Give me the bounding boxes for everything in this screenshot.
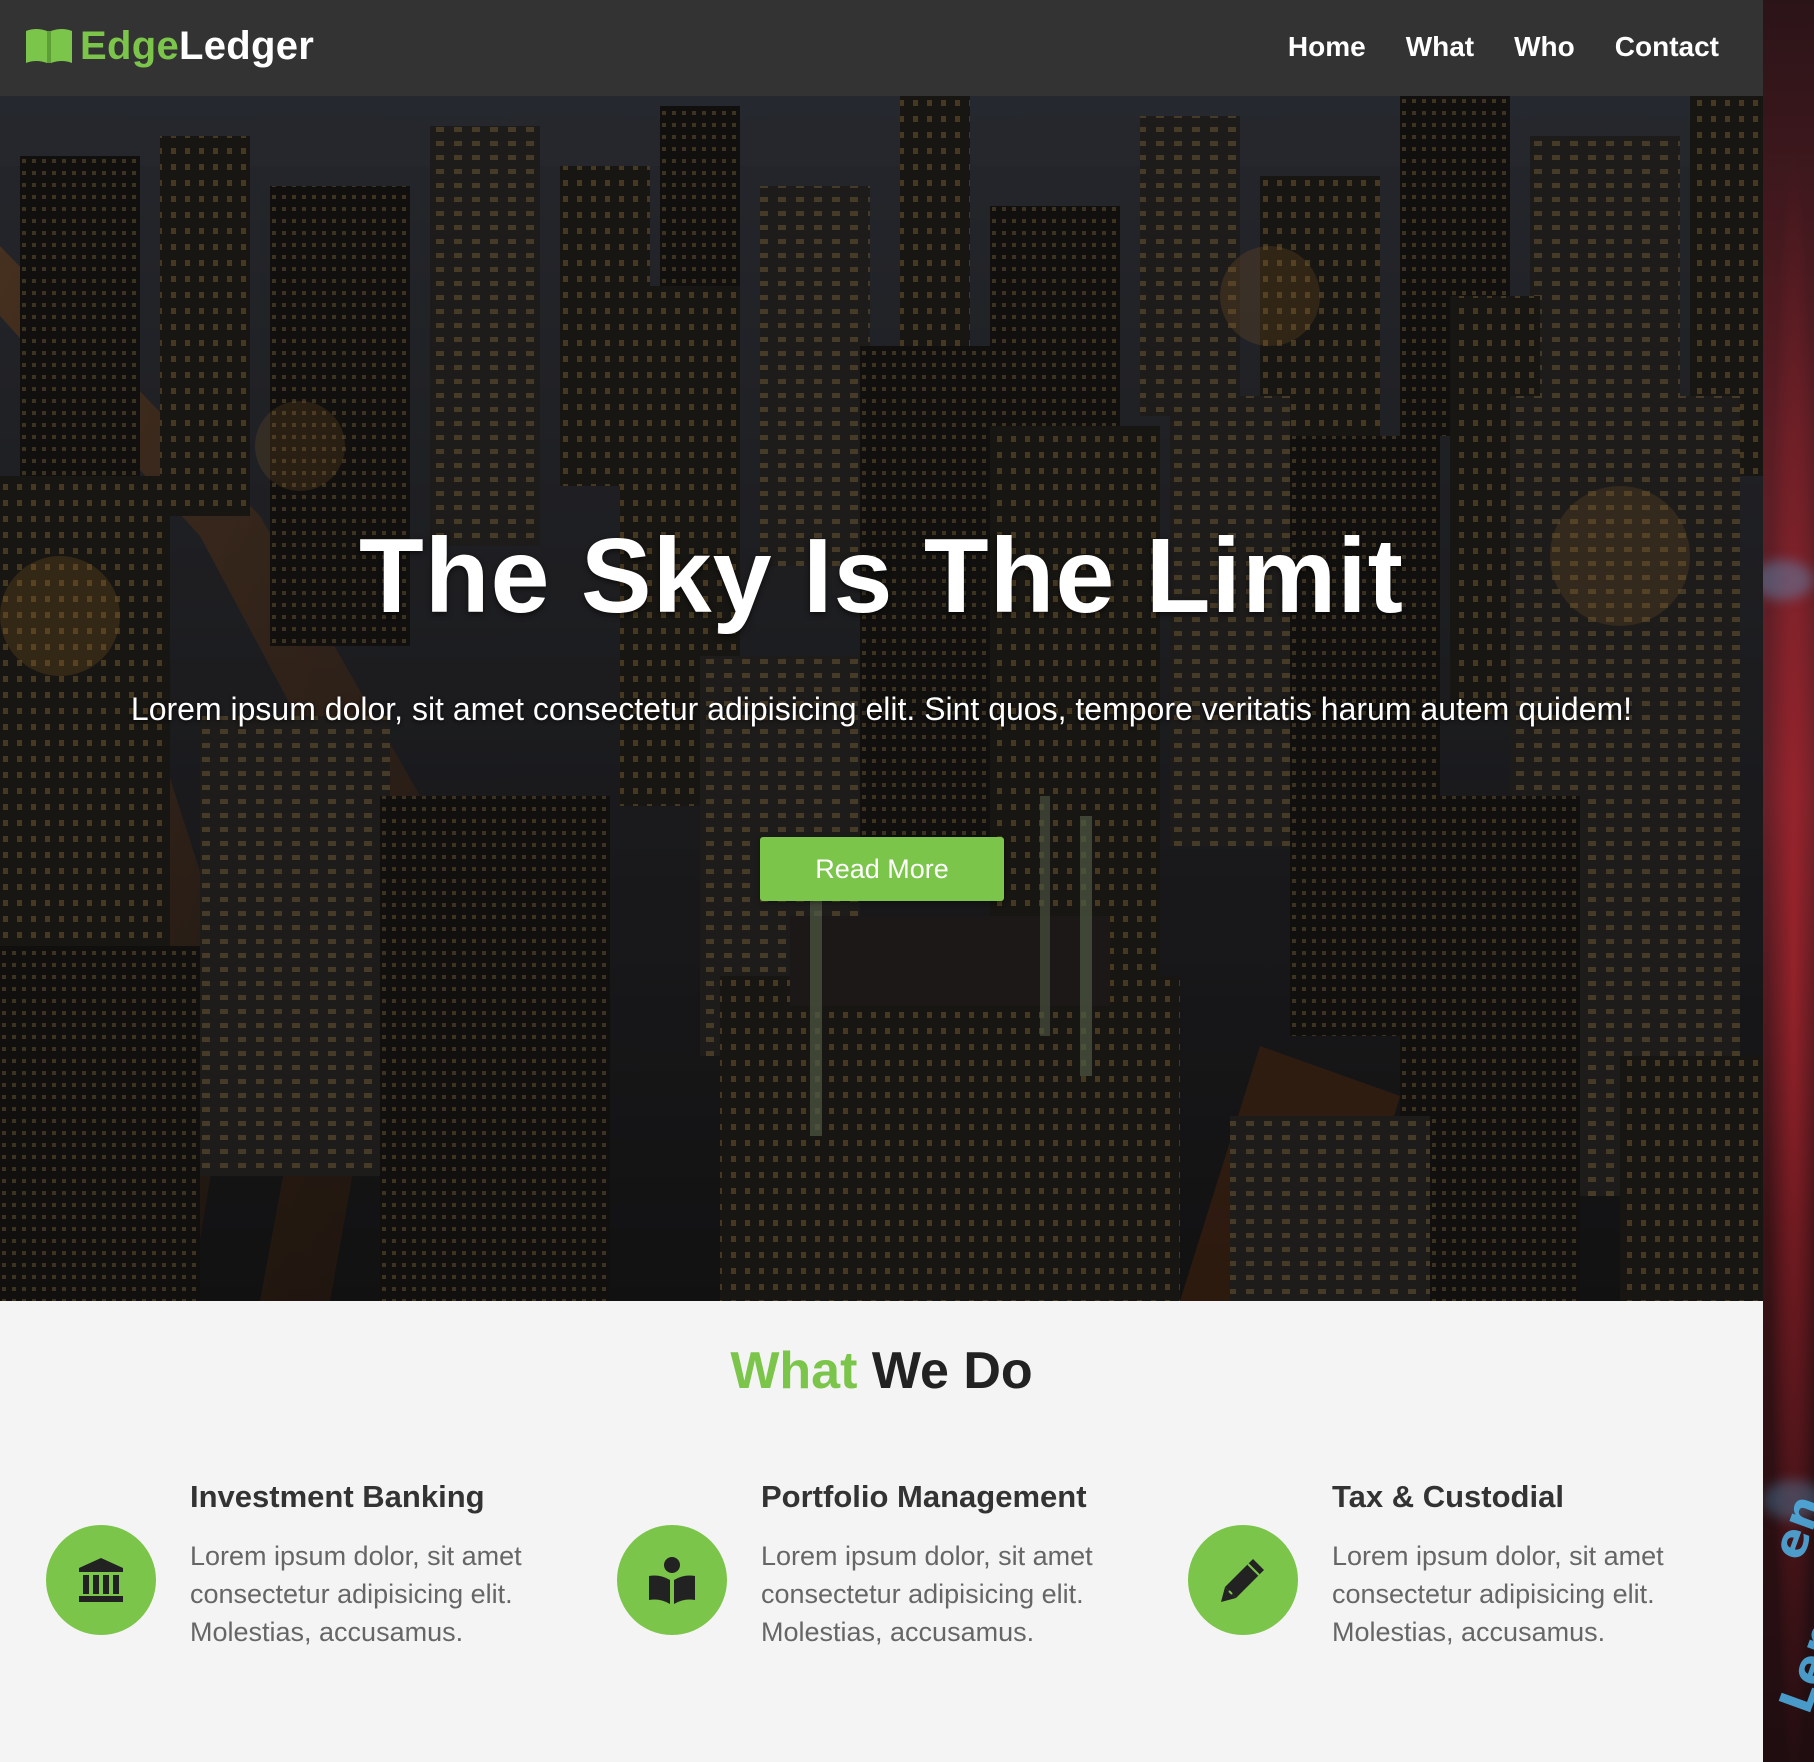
brand-name-main: Ledger: [179, 23, 315, 68]
nav-contact-link[interactable]: Contact: [1615, 31, 1719, 63]
section-title-main: We Do: [871, 1342, 1033, 1400]
service-description: Lorem ipsum dolor, sit amet consectetur …: [190, 1541, 522, 1647]
read-more-button[interactable]: Read More: [760, 837, 1004, 901]
brand-name: EdgeLedger: [80, 24, 314, 69]
landing-page: EdgeLedger Home What Who Contact The Sky…: [0, 0, 1763, 1762]
hero-text: Lorem ipsum dolor, sit amet consectetur …: [130, 691, 1633, 727]
nav-what-link[interactable]: What: [1406, 31, 1474, 63]
service-title: Tax & Custodial: [1332, 1479, 1564, 1514]
service-card: Portfolio Management Lorem ipsum dolor, …: [571, 1479, 1111, 1679]
section-title: What We Do: [0, 1341, 1763, 1401]
what-we-do-section: What We Do Investment Banking Lorem ipsu…: [0, 1301, 1763, 1762]
section-title-accent: What: [730, 1342, 858, 1400]
background-strip: en Len: [1763, 0, 1814, 1762]
service-description: Lorem ipsum dolor, sit amet consectetur …: [1332, 1541, 1664, 1647]
hero-section: The Sky Is The Limit Lorem ipsum dolor, …: [0, 96, 1763, 1301]
navbar: EdgeLedger Home What Who Contact: [0, 0, 1763, 96]
nav-who-link[interactable]: Who: [1514, 31, 1575, 63]
hero-title: The Sky Is The Limit: [359, 517, 1404, 635]
main-nav: Home What Who Contact: [1248, 22, 1719, 72]
nav-home-link[interactable]: Home: [1288, 31, 1366, 63]
book-reader-icon: [617, 1525, 727, 1635]
service-card: Investment Banking Lorem ipsum dolor, si…: [0, 1479, 540, 1679]
brand-logo[interactable]: EdgeLedger: [24, 18, 314, 74]
open-book-icon: [26, 29, 72, 63]
brand-name-accent: Edge: [80, 23, 179, 68]
bank-icon: [46, 1525, 156, 1635]
service-title: Portfolio Management: [761, 1479, 1087, 1514]
service-title: Investment Banking: [190, 1479, 485, 1514]
service-card: Tax & Custodial Lorem ipsum dolor, sit a…: [1142, 1479, 1682, 1679]
pencil-icon: [1188, 1525, 1298, 1635]
service-description: Lorem ipsum dolor, sit amet consectetur …: [761, 1541, 1093, 1647]
